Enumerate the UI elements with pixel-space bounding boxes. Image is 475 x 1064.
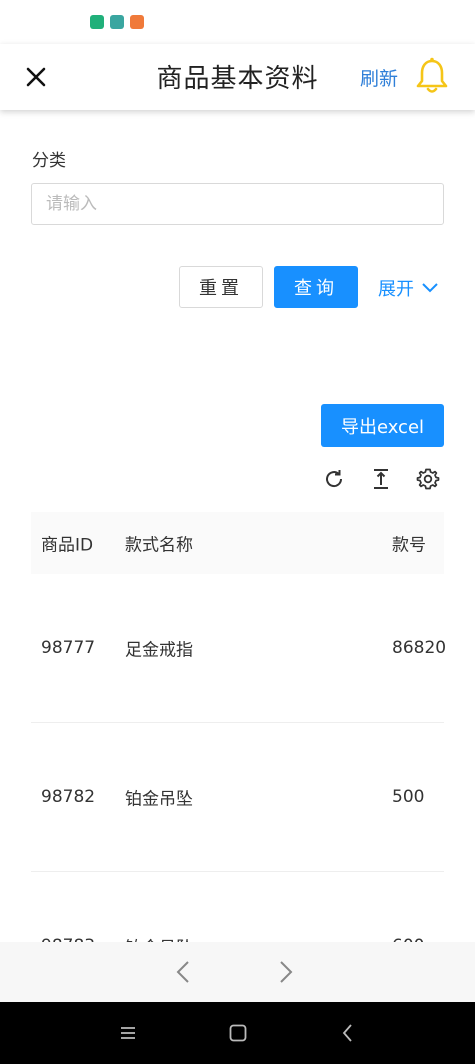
refresh-link[interactable]: 刷新 bbox=[360, 64, 398, 91]
cell-product-id: 98777 bbox=[41, 638, 96, 658]
table-row[interactable]: 98782 铂金吊坠 500 bbox=[31, 723, 444, 872]
table-toolbar bbox=[320, 467, 446, 493]
reset-button[interactable]: 重置 bbox=[179, 266, 263, 308]
column-header-style-name[interactable]: 款式名称 bbox=[125, 531, 193, 556]
column-header-style-number[interactable]: 款号 bbox=[392, 531, 426, 556]
settings-icon[interactable] bbox=[416, 467, 440, 491]
menu-icon[interactable] bbox=[117, 1022, 139, 1044]
app-notification-icon bbox=[90, 15, 104, 29]
app-notification-icon bbox=[110, 15, 124, 29]
column-height-icon[interactable] bbox=[369, 467, 393, 491]
app-notification-icon bbox=[130, 15, 144, 29]
category-input[interactable] bbox=[31, 183, 444, 225]
back-arrow-icon[interactable] bbox=[172, 959, 196, 985]
home-icon[interactable] bbox=[227, 1022, 249, 1044]
chevron-down-icon bbox=[422, 283, 438, 293]
cell-style-number: 500 bbox=[392, 787, 425, 807]
table-row[interactable]: 98777 足金戒指 86820 bbox=[31, 574, 447, 723]
bell-icon[interactable] bbox=[414, 56, 450, 96]
cell-style-number: 86820 bbox=[392, 638, 447, 658]
notification-icons bbox=[90, 15, 144, 29]
status-bar bbox=[0, 0, 475, 44]
cell-style-name: 铂金吊坠 bbox=[125, 789, 193, 810]
forward-arrow-icon[interactable] bbox=[273, 959, 297, 985]
expand-toggle[interactable]: 展开 bbox=[378, 275, 438, 301]
back-icon[interactable] bbox=[337, 1022, 359, 1044]
export-excel-button[interactable]: 导出excel bbox=[321, 404, 444, 447]
browser-nav-bar bbox=[0, 942, 475, 1002]
app-header: 商品基本资料 刷新 bbox=[0, 44, 475, 110]
expand-label: 展开 bbox=[378, 279, 414, 300]
cell-product-id: 98782 bbox=[41, 787, 96, 807]
page-title: 商品基本资料 bbox=[156, 64, 319, 94]
query-button[interactable]: 查询 bbox=[274, 266, 358, 308]
system-nav-bar bbox=[0, 1002, 475, 1064]
column-header-product-id[interactable]: 商品ID bbox=[41, 531, 93, 556]
cell-style-name: 足金戒指 bbox=[125, 640, 193, 661]
table-header: 商品ID 款式名称 款号 bbox=[31, 512, 444, 574]
reload-icon[interactable] bbox=[322, 467, 346, 491]
category-label: 分类 bbox=[32, 151, 66, 171]
